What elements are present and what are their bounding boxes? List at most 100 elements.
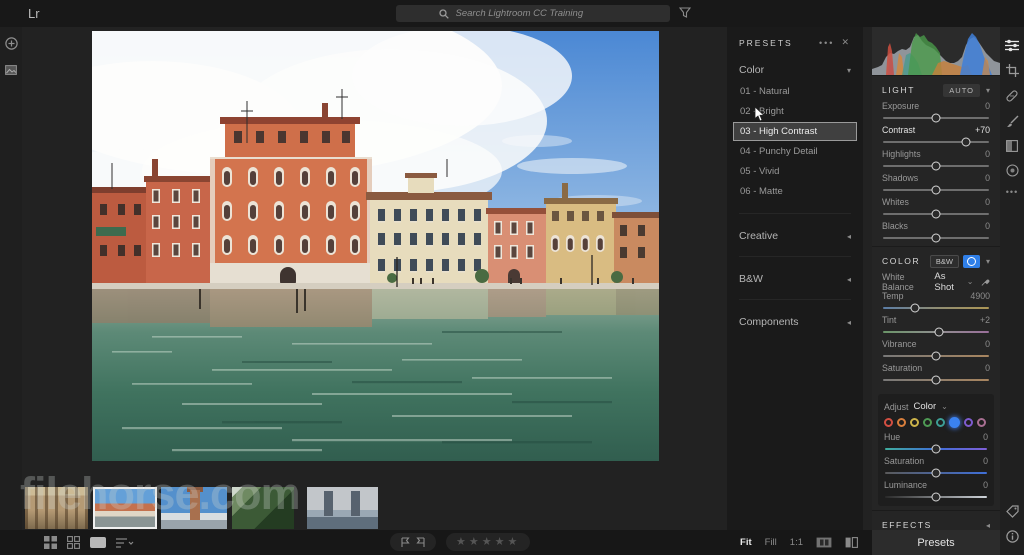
before-after-compare-icon[interactable] — [845, 537, 858, 548]
reject-flag-icon[interactable] — [416, 537, 426, 548]
auto-button[interactable]: AUTO — [943, 84, 980, 97]
zoom-fill-button[interactable]: Fill — [765, 537, 777, 548]
filmstrip-thumb-tower-bridge[interactable] — [307, 487, 378, 529]
detail-view-icon-active[interactable] — [90, 537, 106, 548]
color-dot-orange[interactable] — [897, 418, 906, 427]
square-grid-view-icon[interactable] — [67, 536, 80, 549]
lightroom-window: Lr — [0, 0, 1024, 555]
color-dot-blue-selected[interactable] — [949, 417, 960, 428]
saturation-slider[interactable] — [883, 379, 989, 381]
slider-contrast: Contrast+70 — [882, 125, 990, 149]
preset-item[interactable]: 05 - Vivid — [733, 162, 857, 181]
highlights-slider[interactable] — [883, 165, 989, 167]
more-tools-icon[interactable]: ••• — [1006, 187, 1018, 197]
crop-icon[interactable] — [1006, 64, 1019, 77]
preset-item[interactable]: 04 - Punchy Detail — [733, 142, 857, 161]
preset-item[interactable]: 02 - Bright — [733, 102, 857, 121]
hue-slider[interactable] — [885, 448, 987, 450]
slider-temp: Temp4900 — [882, 291, 990, 315]
radial-gradient-icon[interactable] — [1006, 164, 1019, 177]
white-balance-row: White Balance As Shot ⌄ — [882, 272, 990, 291]
filter-funnel-icon[interactable] — [679, 7, 691, 18]
blacks-slider[interactable] — [883, 237, 989, 239]
sort-menu-icon[interactable] — [116, 537, 134, 549]
chevron-down-icon[interactable]: ▾ — [986, 257, 990, 266]
thumb-art — [95, 489, 155, 527]
filmstrip-thumb-venice-campanile[interactable] — [161, 487, 227, 529]
presets-close-icon[interactable]: ✕ — [841, 37, 851, 48]
color-dot-purple[interactable] — [964, 418, 973, 427]
my-photos-icon[interactable] — [5, 65, 17, 75]
presets-more-icon[interactable]: ••• — [819, 38, 834, 48]
white-balance-select[interactable]: As Shot — [934, 271, 962, 293]
color-dot-magenta[interactable] — [977, 418, 986, 427]
search-bar[interactable] — [396, 5, 670, 22]
preset-group-components[interactable]: Components ◂ — [739, 314, 851, 330]
presets-panel: PRESETS ••• ✕ Color ▾ 01 - Natural 02 - … — [727, 27, 863, 530]
whites-slider[interactable] — [883, 213, 989, 215]
luminance-slider[interactable] — [885, 496, 987, 498]
adjust-mode-select[interactable]: Color — [913, 401, 936, 412]
search-icon — [439, 9, 449, 19]
preset-item[interactable]: 06 - Matte — [733, 182, 857, 201]
slider-highlights: Highlights0 — [882, 149, 990, 173]
lightroom-logo: Lr — [28, 6, 40, 21]
slider-shadows: Shadows0 — [882, 173, 990, 197]
left-rail — [0, 27, 22, 530]
temp-slider[interactable] — [883, 307, 989, 309]
shadows-slider[interactable] — [883, 189, 989, 191]
add-photos-icon[interactable] — [5, 37, 18, 50]
vibrance-slider[interactable] — [883, 355, 989, 357]
thumb-art — [25, 487, 88, 529]
color-dot-green[interactable] — [923, 418, 932, 427]
preset-item[interactable]: 01 - Natural — [733, 82, 857, 101]
chevron-down-icon: ⌄ — [941, 402, 948, 411]
zoom-1-1-button[interactable]: 1:1 — [790, 537, 803, 548]
eyedropper-icon[interactable] — [981, 277, 990, 287]
top-bar: Lr — [0, 0, 1024, 27]
color-dot-yellow[interactable] — [910, 418, 919, 427]
filmstrip-thumb-forest-foliage[interactable] — [232, 487, 294, 529]
edit-sliders-icon[interactable] — [1005, 39, 1019, 52]
grid-view-icon[interactable] — [44, 536, 57, 549]
zoom-fit-button[interactable]: Fit — [740, 537, 752, 548]
chevron-left-icon: ◂ — [847, 318, 851, 327]
photo-canvas[interactable] — [92, 31, 659, 461]
filmstrip-thumb-venice-square-selected[interactable] — [93, 487, 157, 529]
chevron-down-icon[interactable]: ▾ — [986, 86, 990, 95]
preset-group-color[interactable]: Color ▾ — [739, 62, 851, 78]
preset-group-bw[interactable]: B&W ◂ — [739, 271, 851, 287]
histogram[interactable] — [872, 27, 1000, 75]
brush-icon[interactable] — [1006, 115, 1019, 128]
thumb-art — [307, 487, 378, 529]
chevron-left-icon: ◂ — [847, 232, 851, 241]
star-rating[interactable]: ★★★★★ — [456, 537, 520, 548]
color-dot-teal[interactable] — [936, 418, 945, 427]
adjust-saturation-slider[interactable] — [885, 472, 987, 474]
light-section: LIGHT AUTO ▾ Exposure0 Contrast+70 Highl… — [872, 75, 1000, 246]
info-icon[interactable] — [1006, 530, 1019, 543]
search-input[interactable] — [454, 7, 628, 20]
slider-saturation: Saturation0 — [882, 363, 990, 387]
color-dot-red[interactable] — [884, 418, 893, 427]
color-section: COLOR B&W ▾ White Balance As Shot ⌄ Temp… — [872, 246, 1000, 388]
contrast-slider[interactable] — [883, 141, 989, 143]
tint-slider[interactable] — [883, 331, 989, 333]
thumb-art — [161, 487, 227, 529]
preset-item-selected[interactable]: 03 - High Contrast — [733, 122, 857, 141]
filmstrip-toggle-icon[interactable] — [816, 537, 832, 548]
filmstrip-thumb-roman-ruins[interactable] — [25, 487, 88, 529]
pick-flag-icon[interactable] — [400, 537, 410, 548]
color-dot-row — [884, 417, 988, 428]
color-mixer-button[interactable] — [963, 255, 980, 268]
bw-toggle-button[interactable]: B&W — [930, 255, 959, 268]
healing-brush-icon[interactable] — [1005, 89, 1019, 103]
effects-title: EFFECTS — [882, 520, 932, 530]
exposure-slider[interactable] — [883, 117, 989, 119]
presets-toggle-button[interactable]: Presets — [872, 530, 1000, 555]
keywords-tag-icon[interactable] — [1006, 505, 1019, 518]
preset-group-creative[interactable]: Creative ◂ — [739, 228, 851, 244]
linear-gradient-icon[interactable] — [1006, 140, 1018, 152]
slider-blacks: Blacks0 — [882, 221, 990, 245]
flag-controls — [390, 533, 436, 551]
